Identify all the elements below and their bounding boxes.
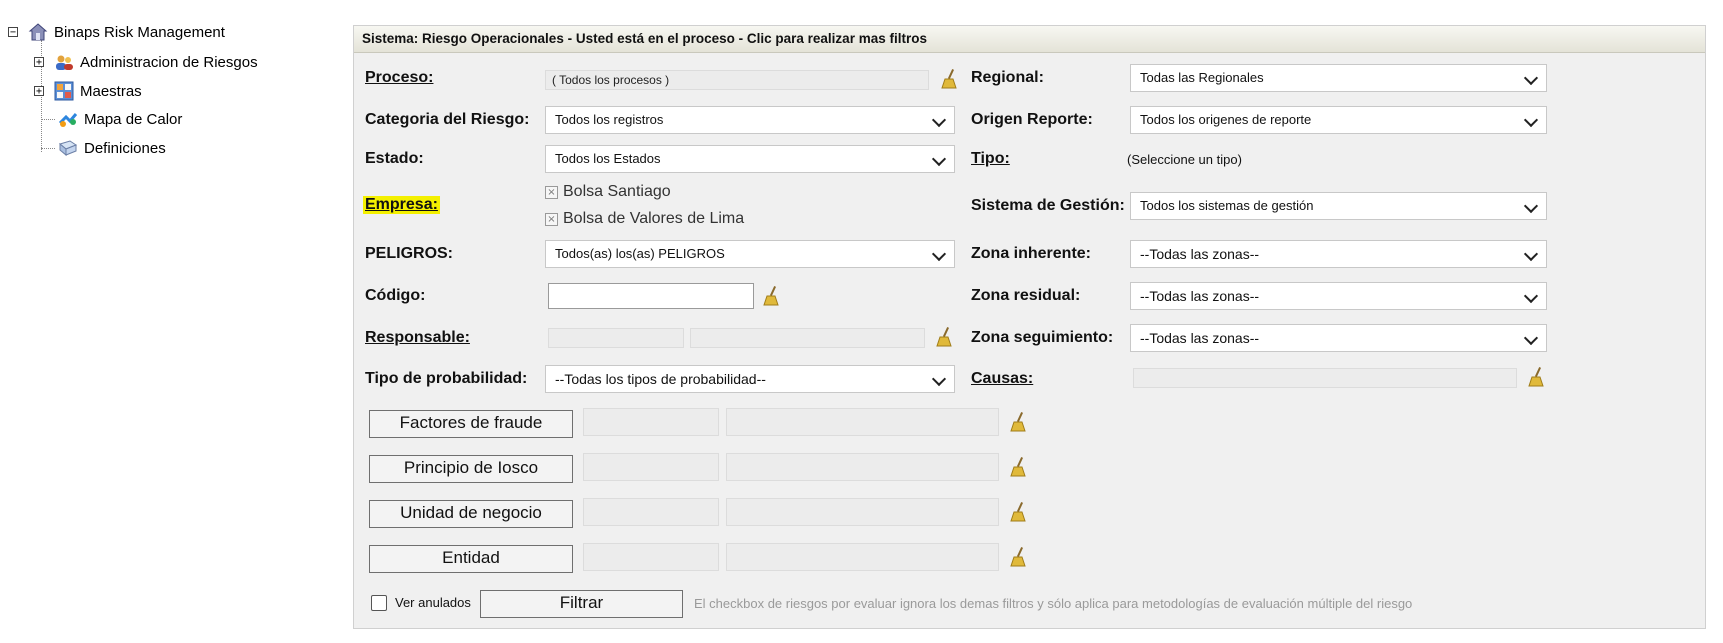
unidad-code-field[interactable] bbox=[583, 498, 719, 526]
tree-item-definiciones[interactable]: Definiciones bbox=[58, 137, 166, 159]
entidad-button[interactable]: Entidad bbox=[369, 545, 573, 573]
tree-root-label: Binaps Risk Management bbox=[54, 23, 225, 41]
zona-inherente-select[interactable]: --Todas las zonas-- bbox=[1130, 240, 1547, 268]
proceso-label[interactable]: Proceso: bbox=[365, 69, 433, 87]
tipo-probabilidad-select[interactable]: --Todas los tipos de probabilidad-- bbox=[545, 365, 955, 393]
remove-tag-icon[interactable]: × bbox=[545, 212, 558, 226]
broom-icon[interactable] bbox=[936, 326, 954, 348]
origen-select[interactable]: Todos los origenes de reporte bbox=[1130, 106, 1547, 134]
categoria-select[interactable]: Todos los registros bbox=[545, 106, 955, 134]
book-icon bbox=[58, 140, 78, 157]
peligros-select-value: Todos(as) los(as) PELIGROS bbox=[555, 246, 725, 261]
unidad-name-field[interactable] bbox=[726, 498, 999, 526]
unidad-de-negocio-button[interactable]: Unidad de negocio bbox=[369, 500, 573, 528]
principio-de-iosco-button[interactable]: Principio de Iosco bbox=[369, 455, 573, 483]
empresa-tag: × Bolsa de Valores de Lima bbox=[545, 210, 744, 228]
regional-select[interactable]: Todas las Regionales bbox=[1130, 64, 1547, 92]
tree-item-label: Mapa de Calor bbox=[84, 110, 183, 128]
sistema-gestion-select-value: Todos los sistemas de gestión bbox=[1140, 198, 1314, 213]
zona-seguimiento-label: Zona seguimiento: bbox=[971, 329, 1114, 346]
zona-inherente-label: Zona inherente: bbox=[971, 245, 1092, 262]
tree-connector bbox=[41, 148, 55, 149]
regional-select-value: Todas las Regionales bbox=[1140, 70, 1264, 85]
zona-residual-select[interactable]: --Todas las zonas-- bbox=[1130, 282, 1547, 310]
tipo-probabilidad-select-value: --Todas los tipos de probabilidad-- bbox=[555, 371, 766, 387]
tree-item-label: Administracion de Riesgos bbox=[80, 53, 258, 71]
tree-item-mapa-de-calor[interactable]: Mapa de Calor bbox=[58, 108, 182, 130]
empresa-label[interactable]: Empresa: bbox=[363, 196, 440, 214]
zona-residual-label: Zona residual: bbox=[971, 287, 1081, 304]
tree-root[interactable]: − Binaps Risk Management bbox=[8, 21, 225, 43]
peligros-label: PELIGROS: bbox=[365, 245, 454, 262]
sistema-gestion-label: Sistema de Gestión: bbox=[971, 197, 1125, 214]
iosco-name-field[interactable] bbox=[726, 453, 999, 481]
iosco-code-field[interactable] bbox=[583, 453, 719, 481]
responsable-code-field[interactable] bbox=[548, 328, 684, 348]
categoria-label: Categoria del Riesgo: bbox=[365, 111, 530, 128]
peligros-select[interactable]: Todos(as) los(as) PELIGROS bbox=[545, 240, 955, 268]
codigo-input[interactable] bbox=[548, 283, 754, 309]
broom-icon[interactable] bbox=[763, 285, 781, 307]
zona-residual-select-value: --Todas las zonas-- bbox=[1140, 288, 1260, 304]
tree-item-label: Maestras bbox=[80, 82, 142, 100]
proceso-field[interactable]: ( Todos los procesos ) bbox=[545, 70, 929, 90]
entidad-name-field[interactable] bbox=[726, 543, 999, 571]
factores-code-field[interactable] bbox=[583, 408, 719, 436]
estado-select[interactable]: Todos los Estados bbox=[545, 145, 955, 173]
codigo-label: Código: bbox=[365, 287, 426, 304]
filter-panel: Sistema: Riesgo Operacionales - Usted es… bbox=[353, 25, 1706, 629]
broom-icon[interactable] bbox=[1010, 546, 1028, 568]
broom-icon[interactable] bbox=[1010, 456, 1028, 478]
expand-icon[interactable]: + bbox=[34, 57, 44, 68]
tipo-value: (Seleccione un tipo) bbox=[1127, 152, 1242, 167]
tree-item-label: Definiciones bbox=[84, 139, 166, 157]
causas-label[interactable]: Causas: bbox=[971, 370, 1033, 388]
regional-label: Regional: bbox=[971, 69, 1044, 86]
ver-anulados-checkbox[interactable] bbox=[371, 595, 387, 611]
tipo-probabilidad-label: Tipo de probabilidad: bbox=[365, 370, 528, 387]
factores-name-field[interactable] bbox=[726, 408, 999, 436]
tree-connector bbox=[41, 119, 55, 120]
causas-field[interactable] bbox=[1133, 368, 1517, 388]
ver-anulados-label: Ver anulados bbox=[395, 595, 471, 610]
tree-item-maestras[interactable]: + Maestras bbox=[34, 80, 142, 102]
entidad-code-field[interactable] bbox=[583, 543, 719, 571]
estado-select-value: Todos los Estados bbox=[555, 151, 661, 166]
grid-icon bbox=[54, 81, 74, 101]
sistema-gestion-select[interactable]: Todos los sistemas de gestión bbox=[1130, 192, 1547, 220]
panel-header[interactable]: Sistema: Riesgo Operacionales - Usted es… bbox=[354, 26, 1705, 53]
filtrar-button[interactable]: Filtrar bbox=[480, 590, 683, 618]
zona-seguimiento-select[interactable]: --Todas las zonas-- bbox=[1130, 324, 1547, 352]
responsable-label[interactable]: Responsable: bbox=[365, 329, 470, 347]
origen-label: Origen Reporte: bbox=[971, 111, 1093, 128]
broom-icon[interactable] bbox=[1010, 411, 1028, 433]
tree-item-administracion[interactable]: + Administracion de Riesgos bbox=[34, 51, 258, 73]
broom-icon[interactable] bbox=[1528, 366, 1546, 388]
users-icon bbox=[56, 55, 73, 70]
empresa-tag-label: Bolsa Santiago bbox=[563, 183, 671, 200]
remove-tag-icon[interactable]: × bbox=[545, 185, 558, 199]
tipo-label[interactable]: Tipo: bbox=[971, 150, 1010, 168]
collapse-icon[interactable]: − bbox=[8, 27, 18, 38]
zona-seguimiento-select-value: --Todas las zonas-- bbox=[1140, 330, 1260, 346]
zona-inherente-select-value: --Todas las zonas-- bbox=[1140, 246, 1260, 262]
factores-de-fraude-button[interactable]: Factores de fraude bbox=[369, 410, 573, 438]
house-icon bbox=[28, 23, 48, 41]
broom-icon[interactable] bbox=[941, 68, 959, 90]
heatmap-icon bbox=[58, 113, 78, 127]
broom-icon[interactable] bbox=[1010, 501, 1028, 523]
responsable-name-field[interactable] bbox=[690, 328, 925, 348]
empresa-tag-label: Bolsa de Valores de Lima bbox=[563, 210, 745, 227]
categoria-select-value: Todos los registros bbox=[555, 112, 664, 127]
estado-label: Estado: bbox=[365, 150, 424, 167]
expand-icon[interactable]: + bbox=[34, 86, 44, 97]
origen-select-value: Todos los origenes de reporte bbox=[1140, 112, 1312, 127]
help-note: El checkbox de riesgos por evaluar ignor… bbox=[694, 596, 1413, 611]
empresa-tag: × Bolsa Santiago bbox=[545, 183, 671, 201]
